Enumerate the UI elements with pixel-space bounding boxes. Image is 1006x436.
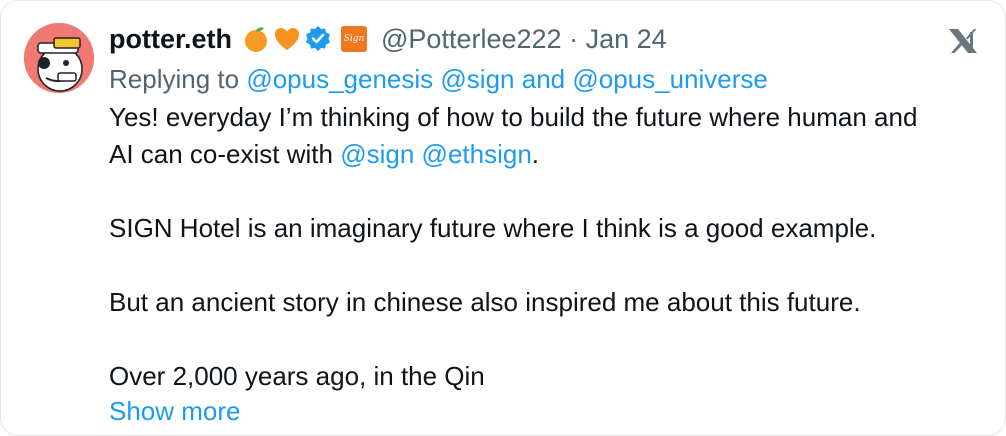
body-paragraph-4: Over 2,000 years ago, in the Qin — [109, 361, 485, 391]
x-logo-icon[interactable] — [947, 27, 979, 55]
tweet-content: potter.eth Sign @Potterlee222 · Jan 24 R… — [109, 19, 975, 430]
tweet-header: potter.eth Sign @Potterlee222 · Jan 24 — [109, 19, 975, 59]
tweet-body: Yes! everyday I’m thinking of how to bui… — [109, 99, 975, 395]
meta-separator: · — [569, 23, 579, 54]
body-paragraph-2: SIGN Hotel is an imaginary future where … — [109, 213, 877, 243]
body-mention-ethsign[interactable]: @ethsign — [422, 139, 532, 169]
sign-affiliate-badge-icon[interactable]: Sign — [341, 26, 368, 52]
orange-fruit-icon — [245, 27, 268, 52]
mention-sign[interactable]: @sign — [440, 64, 514, 94]
sign-badge-text: Sign — [343, 34, 365, 44]
avatar-illustration — [24, 23, 94, 93]
body-line-2-suffix: . — [531, 139, 540, 169]
avatar[interactable] — [24, 23, 94, 93]
author-badges: Sign — [242, 25, 368, 53]
mention-opus-universe[interactable]: @opus_universe — [572, 64, 768, 94]
body-paragraph-3: But an ancient story in chinese also ins… — [109, 287, 861, 317]
author-handle[interactable]: @Potterlee222 — [381, 24, 562, 54]
body-line-1: Yes! everyday I’m thinking of how to bui… — [109, 102, 918, 132]
show-more-link[interactable]: Show more — [109, 393, 975, 430]
body-line-2-text: AI can co-exist with — [109, 139, 333, 169]
orange-heart-icon — [275, 28, 300, 50]
body-line-2: AI can co-exist with @sign @ethsign. — [109, 136, 975, 173]
tweet-card[interactable]: potter.eth Sign @Potterlee222 · Jan 24 R… — [0, 0, 1006, 436]
replying-to: Replying to @opus_genesis @sign and @opu… — [109, 61, 975, 97]
mention-opus-genesis[interactable]: @opus_genesis — [246, 64, 433, 94]
replying-to-connector: and — [521, 64, 566, 94]
verified-badge-icon[interactable] — [304, 25, 332, 53]
replying-to-label: Replying to — [109, 64, 240, 94]
author-meta: @Potterlee222 · Jan 24 — [381, 24, 667, 55]
body-mention-sign[interactable]: @sign — [340, 139, 414, 169]
tweet-date[interactable]: Jan 24 — [586, 24, 667, 54]
author-display-name[interactable]: potter.eth — [109, 24, 232, 55]
